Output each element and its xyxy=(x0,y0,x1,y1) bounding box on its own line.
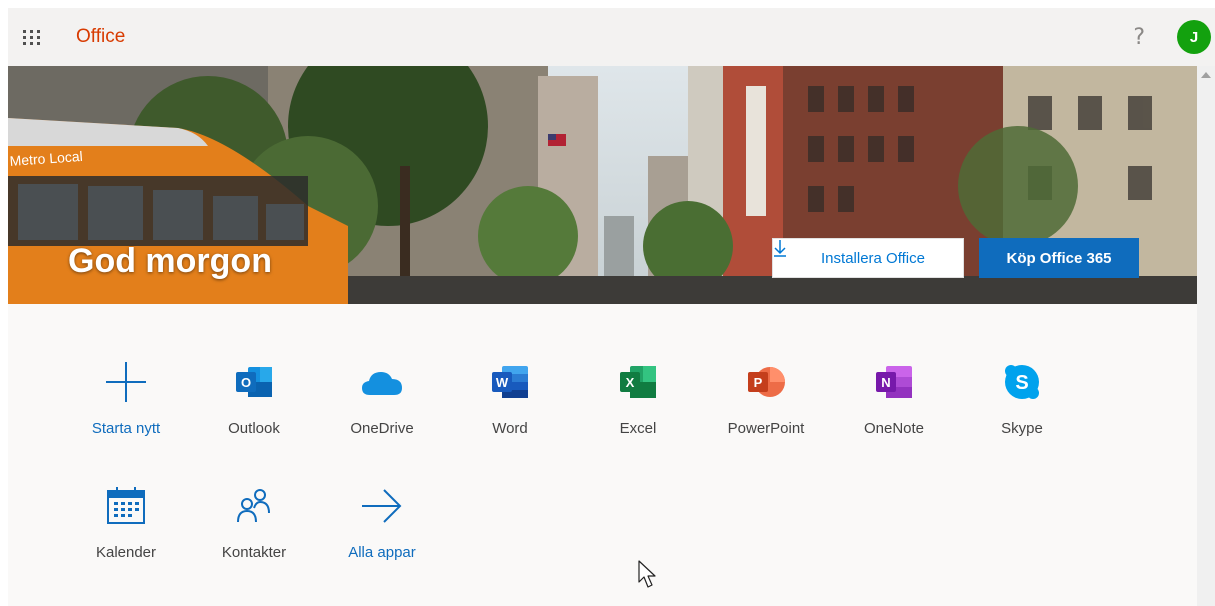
plus-icon xyxy=(104,360,148,404)
help-icon[interactable]: ? xyxy=(1133,25,1145,50)
word-icon: W xyxy=(488,360,532,404)
app-launcher-button[interactable] xyxy=(8,8,56,66)
app-kalender[interactable]: Kalender xyxy=(71,484,181,561)
app-label: PowerPoint xyxy=(727,420,805,437)
waffle-icon xyxy=(23,29,41,45)
mouse-cursor-icon xyxy=(638,560,658,595)
app-word[interactable]: W Word xyxy=(455,360,565,437)
app-label: OneDrive xyxy=(350,420,414,437)
app-excel[interactable]: X Excel xyxy=(583,360,693,437)
app-skype[interactable]: S Skype xyxy=(967,360,1077,437)
app-label: Kontakter xyxy=(221,544,287,561)
hero-banner: Metro Local God morgon Installera Office… xyxy=(8,66,1197,304)
app-label: OneNote xyxy=(863,420,925,437)
app-outlook[interactable]: O Outlook xyxy=(199,360,309,437)
app-onedrive[interactable]: OneDrive xyxy=(327,360,437,437)
greeting-heading: God morgon xyxy=(68,242,272,280)
app-starta-nytt[interactable]: Starta nytt xyxy=(71,360,181,437)
app-label: Starta nytt xyxy=(91,420,161,437)
top-bar-right: ? J xyxy=(1133,8,1215,66)
svg-text:P: P xyxy=(754,375,763,390)
app-alla-appar[interactable]: Alla appar xyxy=(327,484,437,561)
app-label: Skype xyxy=(1001,420,1043,437)
svg-text:N: N xyxy=(881,375,890,390)
app-label: Kalender xyxy=(95,544,157,561)
app-label: Alla appar xyxy=(348,544,416,561)
top-bar: Office ? J xyxy=(8,8,1215,66)
svg-text:O: O xyxy=(241,375,251,390)
app-onenote[interactable]: N OneNote xyxy=(839,360,949,437)
outlook-icon: O xyxy=(232,360,276,404)
onedrive-icon xyxy=(360,360,404,404)
app-label: Outlook xyxy=(228,420,280,437)
onenote-icon: N xyxy=(872,360,916,404)
calendar-icon xyxy=(104,484,148,528)
scroll-up-arrow-icon[interactable] xyxy=(1201,72,1211,78)
svg-text:W: W xyxy=(496,375,509,390)
app-powerpoint[interactable]: P PowerPoint xyxy=(711,360,821,437)
powerpoint-icon: P xyxy=(744,360,788,404)
excel-icon: X xyxy=(616,360,660,404)
buy-office-button[interactable]: Köp Office 365 xyxy=(979,238,1139,278)
office-brand-link[interactable]: Office xyxy=(76,26,125,48)
install-office-label: Installera Office xyxy=(821,249,925,267)
contacts-icon xyxy=(232,484,276,528)
apps-panel: Starta nytt O Outlook OneDrive W Word X … xyxy=(8,304,1197,606)
app-label: Word xyxy=(492,420,528,437)
svg-text:X: X xyxy=(626,375,635,390)
svg-text:S: S xyxy=(1015,372,1028,394)
app-label: Excel xyxy=(619,420,657,437)
arrow-right-icon xyxy=(360,484,404,528)
app-kontakter[interactable]: Kontakter xyxy=(199,484,309,561)
skype-icon: S xyxy=(1000,360,1044,404)
install-office-button[interactable]: Installera Office xyxy=(772,238,964,278)
avatar[interactable]: J xyxy=(1177,20,1211,54)
scrollbar[interactable] xyxy=(1197,66,1215,606)
